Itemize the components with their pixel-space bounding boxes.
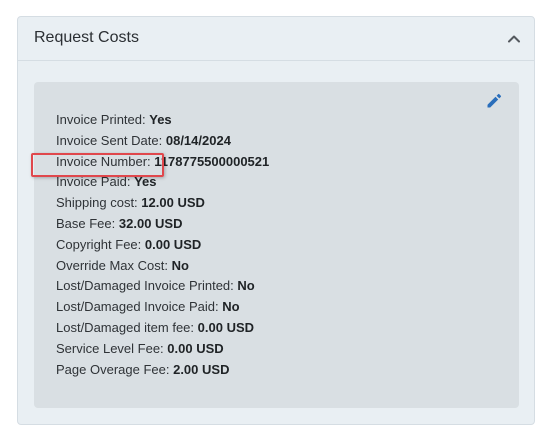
field-value: Yes xyxy=(149,112,172,127)
chevron-up-icon[interactable] xyxy=(502,27,526,51)
field-value: No xyxy=(171,257,189,273)
field-row-invoice-sent-date: Invoice Sent Date: 08/14/2024 xyxy=(56,131,269,152)
field-row-service-level-fee: Service Level Fee: 0.00 USD xyxy=(56,339,269,360)
pencil-icon[interactable] xyxy=(485,92,503,110)
field-row-invoice-printed: Invoice Printed: Yes xyxy=(56,110,269,131)
costs-card: Invoice Printed: Yes Invoice Sent Date: … xyxy=(34,82,519,408)
request-costs-panel: Request Costs Invoice Printed: Yes Invoi… xyxy=(17,16,535,425)
field-value: No xyxy=(237,278,255,294)
field-value: 0.00 USD xyxy=(144,236,202,252)
field-label: Service Level Fee: xyxy=(56,340,164,356)
field-label: Copyright Fee: xyxy=(56,236,142,252)
field-row-lost-damaged-invoice-printed: Lost/Damaged Invoice Printed: No xyxy=(56,276,269,297)
field-row-lost-damaged-item-fee: Lost/Damaged item fee: 0.00 USD xyxy=(56,318,269,339)
field-value: 32.00 USD xyxy=(118,215,183,231)
field-label: Lost/Damaged item fee: xyxy=(56,319,195,335)
cost-fields-list: Invoice Printed: Yes Invoice Sent Date: … xyxy=(56,110,269,380)
field-row-base-fee: Base Fee: 32.00 USD xyxy=(56,214,269,235)
field-row-invoice-paid: Invoice Paid: Yes xyxy=(56,172,269,193)
field-value: 1178775500000521 xyxy=(154,153,270,169)
field-row-lost-damaged-invoice-paid: Lost/Damaged Invoice Paid: No xyxy=(56,297,269,318)
field-label: Page Overage Fee: xyxy=(56,361,170,377)
field-value: 12.00 USD xyxy=(141,195,205,211)
field-label: Lost/Damaged Invoice Paid: xyxy=(56,299,219,315)
field-label: Shipping cost: xyxy=(56,195,138,211)
field-label: Base Fee: xyxy=(56,215,116,231)
field-label: Invoice Paid: xyxy=(56,174,131,190)
panel-title: Request Costs xyxy=(34,29,139,46)
field-value: 0.00 USD xyxy=(197,319,255,335)
field-label: Lost/Damaged Invoice Printed: xyxy=(56,278,234,294)
field-label: Invoice Sent Date: xyxy=(56,132,163,148)
field-value: 2.00 USD xyxy=(173,361,230,377)
field-value: 0.00 USD xyxy=(167,340,224,356)
field-value: 08/14/2024 xyxy=(165,132,231,148)
field-label: Override Max Cost: xyxy=(56,257,168,273)
field-label: Invoice Number: xyxy=(56,153,151,169)
field-row-copyright-fee: Copyright Fee: 0.00 USD xyxy=(56,235,269,256)
field-row-override-max-cost: Override Max Cost: No xyxy=(56,256,269,277)
field-row-page-overage-fee: Page Overage Fee: 2.00 USD xyxy=(56,360,269,381)
field-label: Invoice Printed: xyxy=(56,112,146,127)
field-row-shipping-cost: Shipping cost: 12.00 USD xyxy=(56,193,269,214)
panel-header[interactable]: Request Costs xyxy=(18,17,534,61)
field-value: Yes xyxy=(134,174,157,190)
field-row-invoice-number: Invoice Number: 1178775500000521 xyxy=(56,152,269,173)
field-value: No xyxy=(222,299,240,315)
